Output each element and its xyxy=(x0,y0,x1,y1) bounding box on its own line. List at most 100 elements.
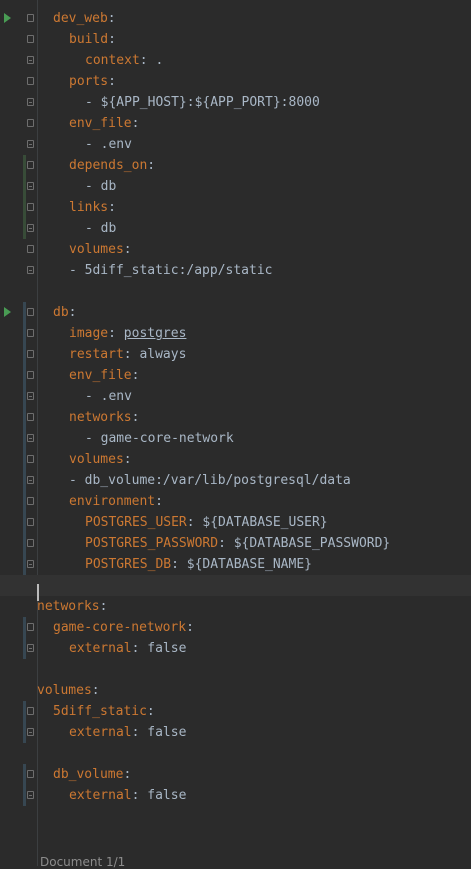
fold-toggle-icon[interactable] xyxy=(27,791,34,799)
fold-toggle-icon[interactable] xyxy=(27,518,34,526)
code-line[interactable]: restart: always xyxy=(0,344,471,365)
fold-toggle-icon[interactable] xyxy=(27,182,34,190)
vcs-change-marker[interactable] xyxy=(23,155,26,176)
code-line[interactable]: external: false xyxy=(0,722,471,743)
code-line[interactable] xyxy=(0,659,471,680)
code-line[interactable]: env_file: xyxy=(0,113,471,134)
fold-toggle-icon[interactable] xyxy=(27,560,34,568)
code-line[interactable]: depends_on: xyxy=(0,155,471,176)
vcs-change-marker[interactable] xyxy=(23,785,26,806)
vcs-change-marker[interactable] xyxy=(23,533,26,554)
code-line[interactable]: environment: xyxy=(0,491,471,512)
fold-toggle-icon[interactable] xyxy=(27,476,34,484)
code-line[interactable]: image: postgres xyxy=(0,323,471,344)
code-line[interactable]: - game-core-network xyxy=(0,428,471,449)
code-line[interactable]: external: false xyxy=(0,638,471,659)
code-line[interactable]: external: false xyxy=(0,785,471,806)
vcs-change-marker[interactable] xyxy=(23,470,26,491)
fold-toggle-icon[interactable] xyxy=(27,14,34,22)
fold-toggle-icon[interactable] xyxy=(27,56,34,64)
fold-toggle-icon[interactable] xyxy=(27,413,34,421)
vcs-change-marker[interactable] xyxy=(23,176,26,197)
fold-toggle-icon[interactable] xyxy=(27,308,34,316)
run-gutter-icon[interactable] xyxy=(4,13,11,23)
vcs-change-marker[interactable] xyxy=(23,365,26,386)
vcs-change-marker[interactable] xyxy=(23,512,26,533)
code-line[interactable]: 5diff_static: xyxy=(0,701,471,722)
fold-toggle-icon[interactable] xyxy=(27,707,34,715)
code-line[interactable]: - 5diff_static:/app/static xyxy=(0,260,471,281)
yaml-key: ports xyxy=(69,74,109,89)
code-line[interactable]: networks: xyxy=(0,407,471,428)
code-line[interactable]: - db_volume:/var/lib/postgresql/data xyxy=(0,470,471,491)
vcs-change-marker[interactable] xyxy=(23,386,26,407)
fold-toggle-icon[interactable] xyxy=(27,371,34,379)
code-line[interactable]: - .env xyxy=(0,386,471,407)
code-line[interactable]: game-core-network: xyxy=(0,617,471,638)
code-line[interactable]: env_file: xyxy=(0,365,471,386)
fold-toggle-icon[interactable] xyxy=(27,77,34,85)
fold-toggle-icon[interactable] xyxy=(27,770,34,778)
code-line[interactable]: volumes: xyxy=(0,680,471,701)
fold-toggle-icon[interactable] xyxy=(27,329,34,337)
fold-toggle-icon[interactable] xyxy=(27,392,34,400)
code-line[interactable]: dev_web: xyxy=(0,8,471,29)
yaml-key: volumes xyxy=(69,452,124,467)
vcs-change-marker[interactable] xyxy=(23,764,26,785)
vcs-change-marker[interactable] xyxy=(23,701,26,722)
fold-toggle-icon[interactable] xyxy=(27,35,34,43)
code-editor[interactable]: dev_web: build: context: . ports: - ${APP_HO… xyxy=(0,0,471,866)
code-line[interactable]: - .env xyxy=(0,134,471,155)
vcs-change-marker[interactable] xyxy=(23,197,26,218)
fold-toggle-icon[interactable] xyxy=(27,161,34,169)
vcs-change-marker[interactable] xyxy=(23,617,26,638)
code-line[interactable]: POSTGRES_USER: ${DATABASE_USER} xyxy=(0,512,471,533)
code-line[interactable]: POSTGRES_PASSWORD: ${DATABASE_PASSWORD} xyxy=(0,533,471,554)
run-gutter-icon[interactable] xyxy=(4,307,11,317)
fold-toggle-icon[interactable] xyxy=(27,140,34,148)
code-line[interactable]: context: . xyxy=(0,50,471,71)
fold-toggle-icon[interactable] xyxy=(27,539,34,547)
fold-toggle-icon[interactable] xyxy=(27,350,34,358)
code-line[interactable]: volumes: xyxy=(0,239,471,260)
fold-toggle-icon[interactable] xyxy=(27,224,34,232)
fold-toggle-icon[interactable] xyxy=(27,98,34,106)
fold-toggle-icon[interactable] xyxy=(27,728,34,736)
vcs-change-marker[interactable] xyxy=(23,722,26,743)
vcs-change-marker[interactable] xyxy=(23,323,26,344)
vcs-change-marker[interactable] xyxy=(23,218,26,239)
fold-toggle-icon[interactable] xyxy=(27,623,34,631)
vcs-change-marker[interactable] xyxy=(23,638,26,659)
code-line[interactable]: - db xyxy=(0,176,471,197)
fold-toggle-icon[interactable] xyxy=(27,203,34,211)
fold-toggle-icon[interactable] xyxy=(27,266,34,274)
code-line[interactable]: POSTGRES_DB: ${DATABASE_NAME} xyxy=(0,554,471,575)
code-line[interactable]: db_volume: xyxy=(0,764,471,785)
fold-toggle-icon[interactable] xyxy=(27,497,34,505)
code-line[interactable]: networks: xyxy=(0,596,471,617)
code-line[interactable]: db: xyxy=(0,302,471,323)
vcs-change-marker[interactable] xyxy=(23,344,26,365)
code-line[interactable]: volumes: xyxy=(0,449,471,470)
vcs-change-marker[interactable] xyxy=(23,449,26,470)
vcs-change-marker[interactable] xyxy=(23,491,26,512)
vcs-change-marker[interactable] xyxy=(23,554,26,575)
code-line[interactable]: build: xyxy=(0,29,471,50)
vcs-change-marker[interactable] xyxy=(23,302,26,323)
vcs-change-marker[interactable] xyxy=(23,407,26,428)
code-line[interactable] xyxy=(0,743,471,764)
code-line[interactable]: - db xyxy=(0,218,471,239)
fold-toggle-icon[interactable] xyxy=(27,245,34,253)
code-line[interactable]: - ${APP_HOST}:${APP_PORT}:8000 xyxy=(0,92,471,113)
fold-toggle-icon[interactable] xyxy=(27,455,34,463)
code-line[interactable] xyxy=(0,575,471,596)
code-text: context: . xyxy=(85,53,164,68)
fold-toggle-icon[interactable] xyxy=(27,434,34,442)
fold-toggle-icon[interactable] xyxy=(27,644,34,652)
code-line[interactable]: links: xyxy=(0,197,471,218)
code-line[interactable] xyxy=(0,281,471,302)
yaml-key: dev_web xyxy=(53,11,108,26)
code-line[interactable]: ports: xyxy=(0,71,471,92)
vcs-change-marker[interactable] xyxy=(23,428,26,449)
fold-toggle-icon[interactable] xyxy=(27,119,34,127)
